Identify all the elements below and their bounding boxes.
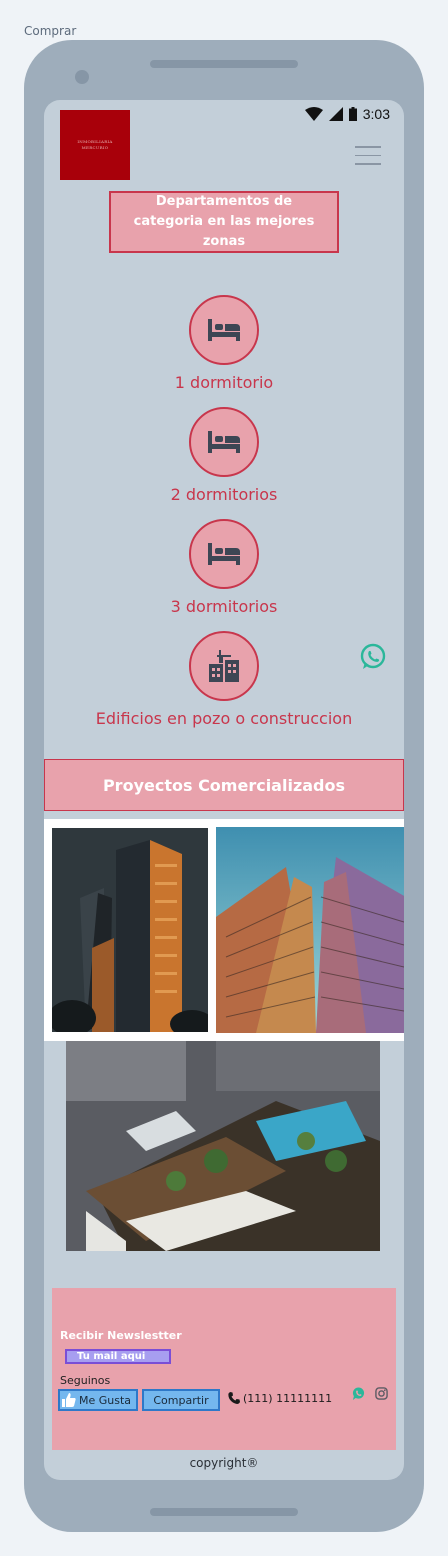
category-circle xyxy=(189,631,259,701)
hero-banner: Departamentos de categoria en las mejore… xyxy=(109,191,339,253)
share-button[interactable]: Compartir xyxy=(142,1389,220,1411)
category-label: 3 dormitorios xyxy=(170,597,278,616)
instagram-icon[interactable] xyxy=(375,1387,388,1400)
camera xyxy=(75,70,89,84)
hero-title: Departamentos de categoria en las mejore… xyxy=(133,194,315,249)
category-2-dormitorios[interactable]: 2 dormitorios xyxy=(44,407,404,504)
category-1-dormitorio[interactable]: 1 dormitorio xyxy=(44,295,404,392)
wifi-icon xyxy=(304,107,323,121)
bed-icon xyxy=(208,319,240,341)
whatsapp-icon[interactable] xyxy=(359,643,387,671)
page-label: Comprar xyxy=(24,24,77,38)
footer: Recibir Newslestter Tu mail aqui Seguino… xyxy=(52,1288,396,1450)
status-bar: 3:03 xyxy=(304,104,390,124)
copyright: copyright® xyxy=(189,1456,259,1470)
category-edificios[interactable]: Edificios en pozo o construccion xyxy=(44,631,404,728)
screen: 3:03 INMOBILIARIA MERCURIO Departamentos… xyxy=(44,100,404,1480)
clock: 3:03 xyxy=(362,106,390,122)
projects-heading: Proyectos Comercializados xyxy=(44,759,404,811)
category-label: 1 dormitorio xyxy=(174,373,274,392)
phone-icon xyxy=(228,1392,240,1404)
category-circle xyxy=(189,407,259,477)
category-circle xyxy=(189,295,259,365)
like-label: Me Gusta xyxy=(79,1393,132,1407)
category-label: 2 dormitorios xyxy=(170,485,278,504)
speaker-bottom xyxy=(150,1508,298,1516)
projects-gallery xyxy=(44,819,404,1041)
project-photo-highrise[interactable] xyxy=(216,827,404,1033)
projects-title: Proyectos Comercializados xyxy=(102,775,346,795)
thumbs-up-icon xyxy=(62,1393,76,1407)
logo[interactable]: INMOBILIARIA MERCURIO xyxy=(60,110,130,180)
bed-icon xyxy=(208,543,240,565)
category-circle xyxy=(189,519,259,589)
newsletter-title: Recibir Newslestter xyxy=(60,1329,182,1342)
building-icon xyxy=(209,650,239,682)
menu-icon[interactable] xyxy=(355,146,381,166)
social-links xyxy=(352,1387,388,1400)
like-button[interactable]: Me Gusta xyxy=(58,1389,138,1411)
logo-text: INMOBILIARIA MERCURIO xyxy=(77,139,113,150)
category-label: Edificios en pozo o construccion xyxy=(95,709,353,728)
share-label: Compartir xyxy=(153,1393,209,1407)
signal-icon xyxy=(328,107,343,121)
category-3-dormitorios[interactable]: 3 dormitorios xyxy=(44,519,404,616)
follow-label: Seguinos xyxy=(60,1374,111,1387)
speaker-top xyxy=(150,60,298,68)
newsletter-email-input[interactable]: Tu mail aqui xyxy=(65,1349,171,1364)
phone-contact[interactable]: (111) 11111111 xyxy=(228,1389,332,1407)
phone-number: (111) 11111111 xyxy=(243,1391,333,1405)
bed-icon xyxy=(208,431,240,453)
project-photo-rooftop[interactable] xyxy=(66,1041,380,1251)
project-photo-tower[interactable] xyxy=(52,828,208,1032)
battery-icon xyxy=(348,107,357,121)
whatsapp-icon[interactable] xyxy=(352,1387,365,1400)
